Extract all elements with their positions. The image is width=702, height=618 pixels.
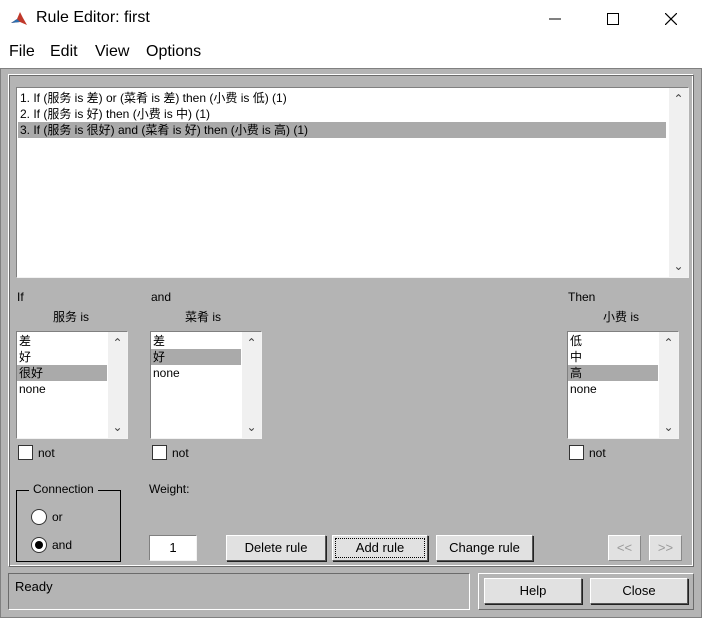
input1-label: 服务 is — [53, 310, 90, 324]
radio-selected-dot — [35, 541, 43, 549]
maximize-icon — [607, 12, 619, 25]
next-button[interactable]: >> — [649, 535, 682, 561]
status-bar: Ready — [8, 573, 470, 610]
rules-listbox[interactable]: 1. If (服务 is 差) or (菜肴 is 差) then (小费 is… — [16, 87, 689, 278]
scroll-down-icon[interactable]: ⌄ — [108, 418, 127, 436]
output-option[interactable]: 低 — [568, 333, 658, 349]
output-scrollbar[interactable]: ⌃ ⌄ — [659, 332, 678, 438]
output-not-checkbox[interactable] — [569, 445, 584, 460]
input1-option[interactable]: 差 — [17, 333, 107, 349]
input2-not-label: not — [172, 446, 189, 460]
if-label: If — [17, 290, 24, 304]
maximize-button[interactable] — [584, 0, 642, 38]
output-not-label: not — [589, 446, 606, 460]
scroll-up-icon[interactable]: ⌃ — [242, 334, 261, 352]
output-option[interactable]: none — [568, 381, 658, 397]
input2-option[interactable]: 差 — [151, 333, 241, 349]
matlab-icon — [9, 9, 29, 29]
add-rule-button[interactable]: Add rule — [332, 535, 428, 561]
menu-view[interactable]: View — [95, 43, 129, 61]
radio-and-label: and — [52, 538, 73, 552]
radio-and[interactable] — [31, 537, 47, 553]
menu-options[interactable]: Options — [146, 43, 201, 61]
menu-edit[interactable]: Edit — [50, 43, 78, 61]
dialog-button-panel: Help Close — [478, 573, 694, 610]
weight-input[interactable]: 1 — [149, 535, 197, 561]
rule-item[interactable]: 2. If (服务 is 好) then (小费 is 中) (1) — [18, 106, 666, 122]
prev-button[interactable]: << — [608, 535, 641, 561]
input1-scrollbar[interactable]: ⌃ ⌄ — [108, 332, 127, 438]
input2-label: 菜肴 is — [185, 310, 222, 324]
scroll-up-icon[interactable]: ⌃ — [659, 334, 678, 352]
scroll-down-icon[interactable]: ⌄ — [242, 418, 261, 436]
input2-not-checkbox[interactable] — [152, 445, 167, 460]
input1-not-label: not — [38, 446, 55, 460]
close-button[interactable]: Close — [590, 578, 688, 604]
input2-option[interactable]: 好 — [151, 349, 241, 365]
scroll-up-icon[interactable]: ⌃ — [108, 334, 127, 352]
input2-scrollbar[interactable]: ⌃ ⌄ — [242, 332, 261, 438]
scroll-down-icon[interactable]: ⌄ — [659, 418, 678, 436]
menu-file[interactable]: File — [9, 43, 35, 61]
help-button[interactable]: Help — [484, 578, 582, 604]
rule-item[interactable]: 3. If (服务 is 很好) and (菜肴 is 好) then (小费 … — [18, 122, 666, 138]
scroll-up-icon[interactable]: ⌃ — [669, 90, 688, 108]
close-icon — [664, 12, 678, 26]
rule-item[interactable]: 1. If (服务 is 差) or (菜肴 is 差) then (小费 is… — [18, 90, 666, 106]
minimize-button[interactable] — [526, 0, 584, 38]
weight-label: Weight: — [149, 482, 190, 496]
input2-option[interactable]: none — [151, 365, 241, 381]
input1-listbox[interactable]: 差好很好 none ⌃ ⌄ — [16, 331, 128, 439]
rules-scrollbar[interactable]: ⌃ ⌄ — [669, 88, 688, 277]
scroll-down-icon[interactable]: ⌄ — [669, 257, 688, 275]
radio-or[interactable] — [31, 509, 47, 525]
title-bar: Rule Editor: first — [0, 0, 702, 38]
input1-option[interactable]: 好 — [17, 349, 107, 365]
window-title: Rule Editor: first — [36, 9, 150, 26]
minimize-icon — [549, 18, 561, 20]
then-label: Then — [568, 290, 596, 304]
input1-not-checkbox[interactable] — [18, 445, 33, 460]
close-window-button[interactable] — [642, 0, 700, 38]
output-option[interactable]: 高 — [568, 365, 658, 381]
input1-option[interactable]: 很好 — [17, 365, 107, 381]
delete-rule-button[interactable]: Delete rule — [226, 535, 326, 561]
menu-bar: File Edit View Options — [0, 38, 702, 68]
radio-or-label: or — [52, 510, 63, 524]
output-listbox[interactable]: 低中高 none ⌃ ⌄ — [567, 331, 679, 439]
rule-panel: 1. If (服务 is 差) or (菜肴 is 差) then (小费 is… — [8, 74, 694, 567]
connection-group: Connection or and — [16, 482, 121, 562]
output-option[interactable]: 中 — [568, 349, 658, 365]
change-rule-button[interactable]: Change rule — [436, 535, 533, 561]
input1-option[interactable]: none — [17, 381, 107, 397]
status-text: Ready — [15, 579, 53, 594]
connection-legend: Connection — [29, 482, 98, 496]
input2-listbox[interactable]: 差好 none ⌃ ⌄ — [150, 331, 262, 439]
output-label: 小费 is — [603, 310, 640, 324]
and-label: and — [151, 290, 172, 304]
editor-frame: 1. If (服务 is 差) or (菜肴 is 差) then (小费 is… — [0, 68, 702, 618]
